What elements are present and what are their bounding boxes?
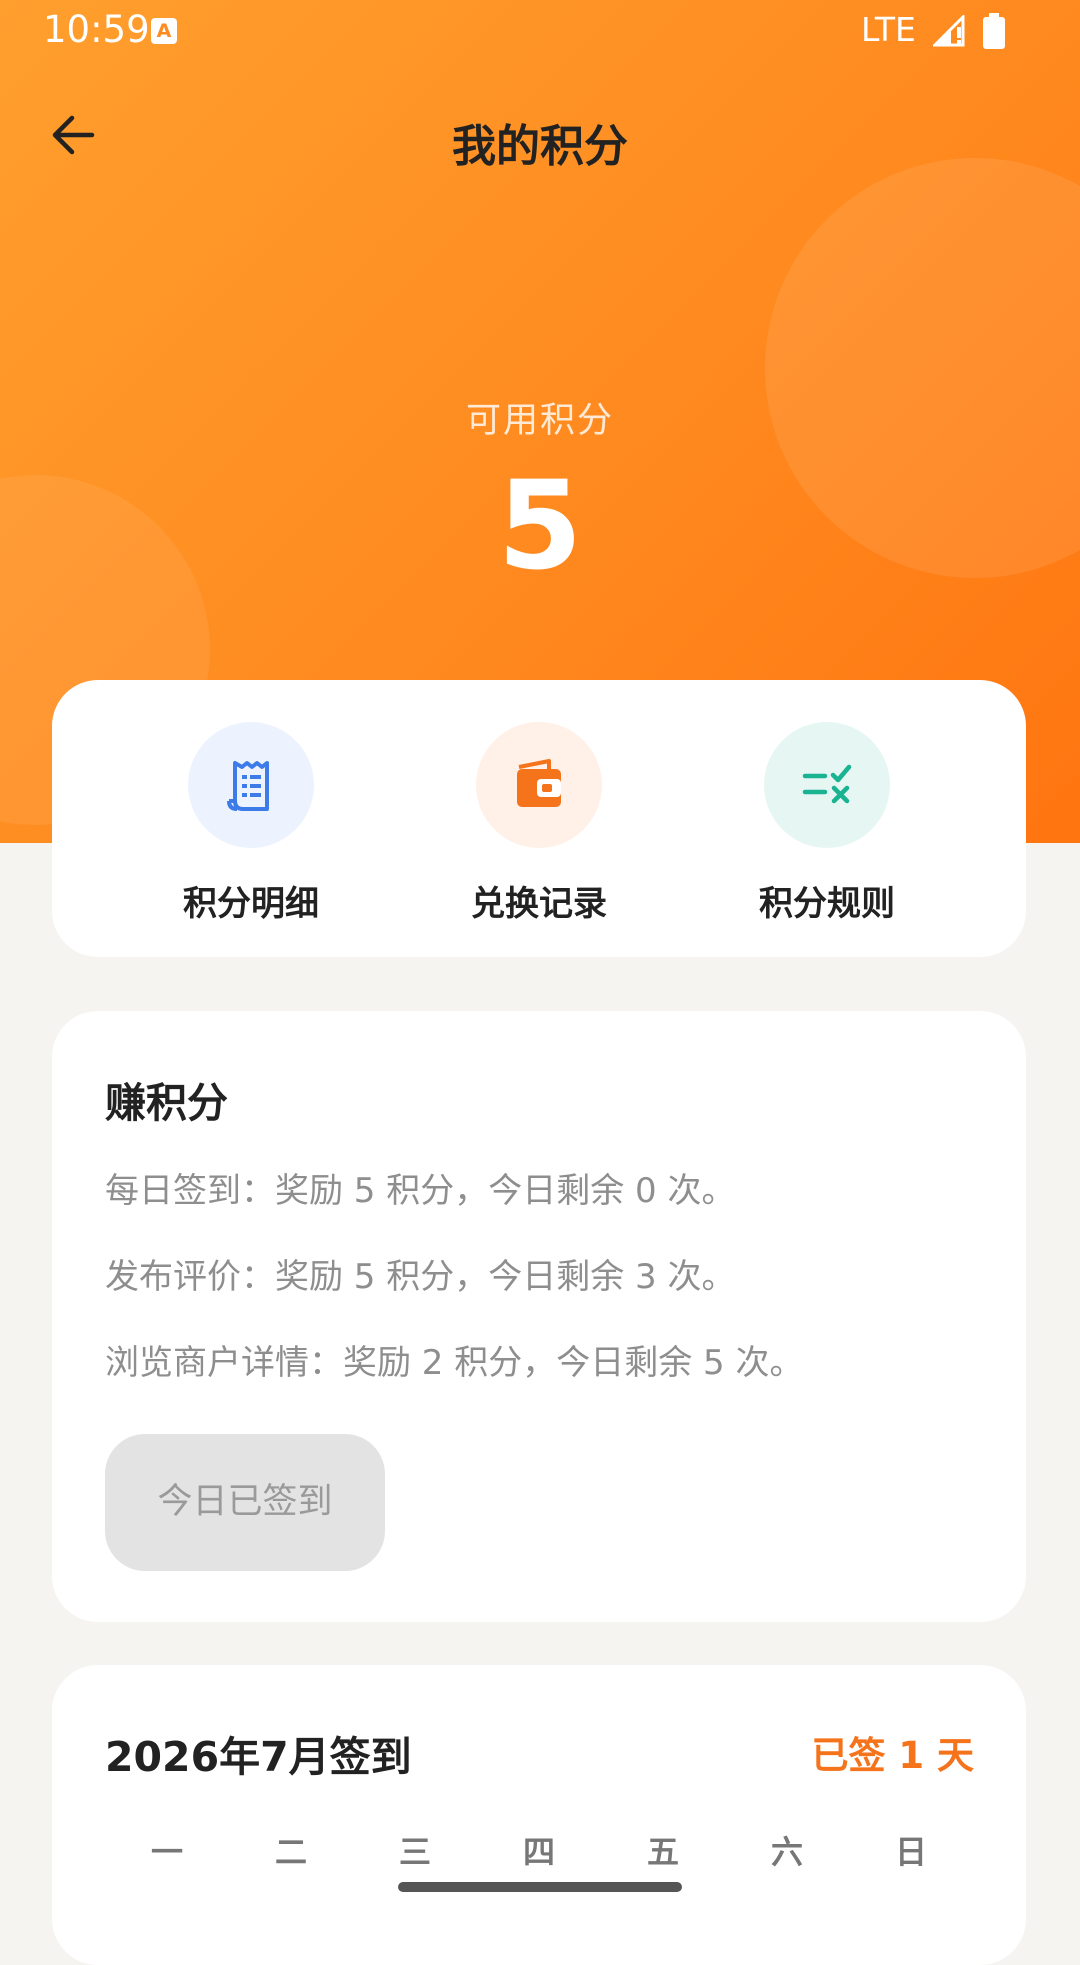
battery-icon xyxy=(983,13,1005,49)
points-detail-label: 积分明细 xyxy=(183,884,319,924)
points-rules-icon-circle xyxy=(764,722,890,848)
earn-rule-post-review: 发布评价：奖励 5 积分，今日剩余 3 次。 xyxy=(105,1257,736,1297)
points-rules-label: 积分规则 xyxy=(759,884,895,924)
signed-days-count: 已签 1 天 xyxy=(811,1734,974,1777)
points-rules-button[interactable]: 积分规则 xyxy=(702,722,952,925)
calendar-title: 2026年7月签到 xyxy=(105,1733,412,1781)
weekday-header: 五 xyxy=(646,1833,679,1871)
checkin-calendar-card: 2026年7月签到 已签 1 天 一 二 三 四 五 六 日 xyxy=(52,1665,1026,1965)
exchange-records-icon-circle xyxy=(476,722,602,848)
earn-points-card: 赚积分 每日签到：奖励 5 积分，今日剩余 0 次。 发布评价：奖励 5 积分，… xyxy=(52,1011,1026,1622)
available-points-label: 可用积分 xyxy=(465,401,614,441)
weekday-header: 二 xyxy=(274,1833,307,1871)
weekday-header: 日 xyxy=(894,1833,927,1871)
receipt-icon xyxy=(227,761,269,811)
wallet-icon xyxy=(517,759,561,807)
notification-icon: A xyxy=(151,18,177,44)
weekday-header: 四 xyxy=(522,1833,555,1871)
exchange-records-label: 兑换记录 xyxy=(471,884,607,924)
earn-rule-browse-merchant: 浏览商户详情：奖励 2 积分，今日剩余 5 次。 xyxy=(105,1343,804,1383)
rules-icon xyxy=(802,764,852,804)
network-type: LTE xyxy=(861,10,916,49)
points-actions-card: 积分明细 兑换记录 积分规则 xyxy=(52,680,1026,957)
earn-points-title: 赚积分 xyxy=(105,1079,228,1127)
status-bar: 10:59 A LTE xyxy=(0,0,1080,62)
points-detail-button[interactable]: 积分明细 xyxy=(126,722,376,925)
points-detail-icon-circle xyxy=(188,722,314,848)
earn-rule-daily-checkin: 每日签到：奖励 5 积分，今日剩余 0 次。 xyxy=(105,1171,736,1211)
weekday-header: 六 xyxy=(770,1833,803,1871)
exchange-records-button[interactable]: 兑换记录 xyxy=(414,722,664,925)
weekday-header: 三 xyxy=(398,1833,431,1871)
status-time: 10:59 xyxy=(43,8,150,51)
checked-in-today-button[interactable]: 今日已签到 xyxy=(105,1434,385,1571)
page-title: 我的积分 xyxy=(452,121,628,172)
weekday-header: 一 xyxy=(150,1833,183,1871)
signal-icon xyxy=(933,15,965,47)
home-indicator[interactable] xyxy=(398,1882,682,1892)
available-points-value: 5 xyxy=(497,455,583,597)
